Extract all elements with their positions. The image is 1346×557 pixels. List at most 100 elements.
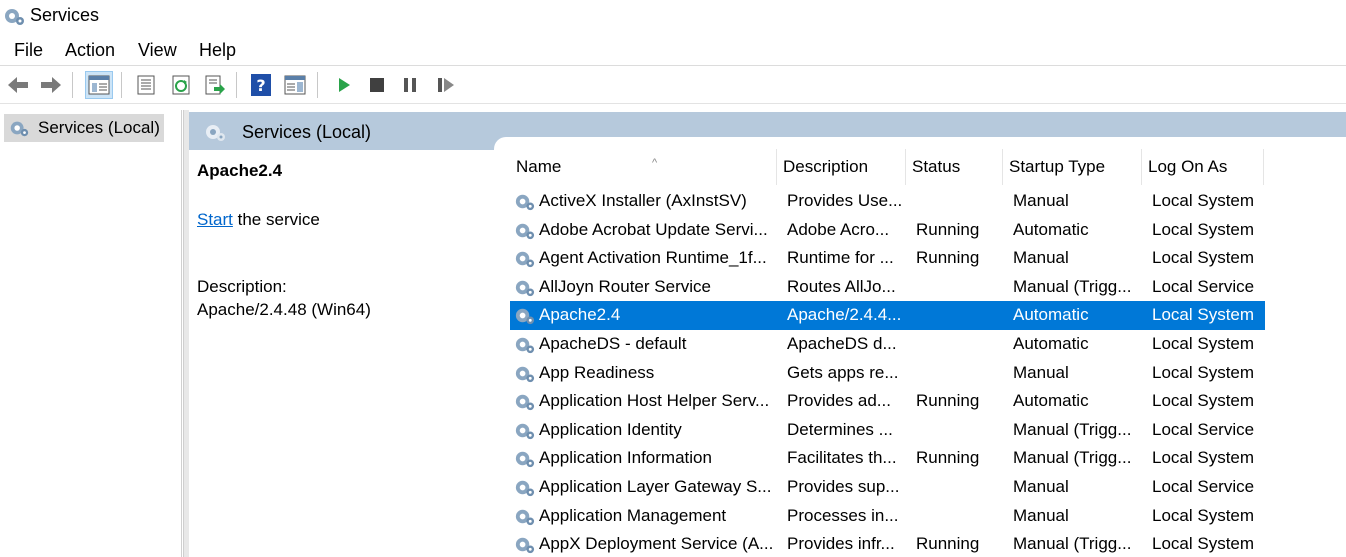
gear-icon [515, 394, 535, 411]
start-service-button[interactable] [330, 71, 358, 99]
back-arrow-icon [8, 77, 28, 93]
cell-name: ActiveX Installer (AxInstSV) [539, 191, 747, 210]
pause-service-icon [404, 78, 416, 92]
show-action-pane-button[interactable] [281, 71, 309, 99]
service-row[interactable]: ActiveX Installer (AxInstSV) Provides Use… [510, 187, 1265, 216]
service-row[interactable]: AllJoyn Router Service Routes AllJo... Man… [510, 273, 1265, 302]
menu-bar: File Action View Help [0, 33, 1346, 66]
menu-file[interactable]: File [14, 40, 43, 61]
cell-startup-type: Manual (Trigg... [1013, 419, 1132, 439]
service-row[interactable]: AppX Deployment Service (A... Provides in… [510, 530, 1265, 557]
show-hide-tree-icon [88, 75, 110, 95]
cell-name: App Readiness [539, 362, 655, 382]
help-icon: ? [251, 74, 271, 96]
start-service-link[interactable]: Start [197, 210, 233, 229]
service-row[interactable]: Application Information Facilitates th...… [510, 444, 1265, 473]
service-row[interactable]: Application Identity Determines ... Manual… [510, 416, 1265, 445]
cell-startup-type: Manual [1013, 505, 1069, 525]
properties-icon [137, 75, 155, 95]
cell-startup-type: Automatic [1013, 219, 1089, 239]
gear-icon [515, 480, 535, 497]
refresh-button[interactable] [167, 71, 195, 99]
back-button[interactable] [4, 71, 32, 99]
cell-name: Application Information [539, 448, 712, 468]
service-row[interactable]: Application Layer Gateway S... Provides s… [510, 473, 1265, 502]
cell-log-on-as: Local System [1152, 219, 1255, 239]
cell-startup-type: Manual (Trigg... [1013, 448, 1132, 468]
service-row[interactable]: ApacheDS - default ApacheDS d... Automatic… [510, 330, 1265, 359]
gear-icon [515, 223, 535, 239]
cell-description: Provides Use... [787, 191, 903, 210]
cell-startup-type: Manual (Trigg... [1013, 276, 1132, 296]
cell-status: Running [916, 248, 980, 268]
cell-log-on-as: Local System [1152, 305, 1255, 325]
service-row[interactable]: Apache2.4 Apache/2.4.4... Automatic Local S… [510, 301, 1265, 330]
service-row[interactable]: Application Host Helper Serv... Provides … [510, 387, 1265, 416]
cell-description: Provides sup... [787, 477, 900, 496]
services-list: ^ Name Description Status Startup Type L… [494, 137, 1346, 557]
cell-log-on-as: Local Service [1152, 419, 1255, 439]
properties-button[interactable] [132, 71, 160, 99]
gear-icon [515, 337, 535, 354]
column-header-description[interactable]: Description [777, 149, 906, 185]
stop-service-icon [370, 78, 384, 92]
cell-name: Application Management [539, 505, 727, 525]
cell-description: Runtime for ... [787, 248, 894, 268]
toolbar: ? [0, 66, 1346, 104]
cell-startup-type: Manual [1013, 477, 1069, 496]
console-tree: Services (Local) [0, 110, 182, 557]
export-list-icon [205, 75, 225, 95]
show-action-pane-icon [284, 75, 306, 95]
sort-ascending-icon: ^ [652, 157, 658, 169]
cell-description: Gets apps re... [787, 362, 899, 382]
help-button[interactable]: ? [247, 71, 275, 99]
menu-help[interactable]: Help [199, 40, 236, 61]
forward-button[interactable] [37, 71, 65, 99]
resume-service-icon [438, 78, 454, 92]
gear-icon [515, 366, 535, 382]
cell-name: Apache2.4 [539, 305, 621, 325]
cell-log-on-as: Local System [1152, 248, 1255, 268]
menu-view[interactable]: View [138, 40, 177, 61]
gear-icon [10, 121, 29, 137]
cell-log-on-as: Local System [1152, 534, 1255, 554]
menu-action[interactable]: Action [65, 40, 115, 61]
cell-status: Running [916, 448, 980, 468]
cell-log-on-as: Local System [1152, 448, 1255, 468]
show-hide-tree-button[interactable] [85, 71, 113, 99]
pause-service-button[interactable] [396, 71, 424, 99]
window-title: Services [30, 5, 100, 25]
column-header-startup-type[interactable]: Startup Type [1003, 149, 1142, 185]
cell-name: AppX Deployment Service (A... [539, 534, 774, 554]
column-header-status[interactable]: Status [906, 149, 1003, 185]
cell-name: Agent Activation Runtime_1f... [539, 248, 767, 268]
cell-log-on-as: Local System [1152, 334, 1255, 353]
cell-status: Running [916, 219, 980, 239]
cell-log-on-as: Local Service [1152, 477, 1255, 496]
title-bar: Services [0, 0, 1346, 33]
gear-icon [206, 125, 225, 141]
cell-description: Provides ad... [787, 391, 891, 411]
cell-status: Running [916, 534, 980, 554]
cell-startup-type: Manual (Trigg... [1013, 534, 1132, 554]
stop-service-button[interactable] [363, 71, 391, 99]
service-row[interactable]: App Readiness Gets apps re... Manual Local … [510, 359, 1265, 388]
service-row[interactable]: Application Management Processes in... Man… [510, 502, 1265, 531]
cell-description: Processes in... [787, 505, 899, 525]
tree-item-label: Services (Local) [38, 118, 160, 137]
export-list-button[interactable] [201, 71, 229, 99]
column-header-name[interactable]: ^ Name [510, 149, 777, 185]
cell-name: ApacheDS - default [539, 334, 687, 353]
column-header-log-on-as[interactable]: Log On As [1142, 149, 1264, 185]
resume-service-button[interactable] [432, 71, 460, 99]
service-row[interactable]: Agent Activation Runtime_1f... Runtime fo… [510, 244, 1265, 273]
start-service-line: Start the service [197, 210, 320, 230]
gear-icon [515, 194, 535, 211]
cell-name: Application Host Helper Serv... [539, 391, 770, 411]
refresh-icon [172, 75, 190, 95]
tree-item-services-local[interactable]: Services (Local) [4, 114, 164, 142]
cell-log-on-as: Local System [1152, 505, 1255, 525]
description-text: Apache/2.4.48 (Win64) [197, 300, 371, 319]
service-row[interactable]: Adobe Acrobat Update Servi... Adobe Acro.… [510, 216, 1265, 245]
cell-startup-type: Automatic [1013, 334, 1089, 353]
